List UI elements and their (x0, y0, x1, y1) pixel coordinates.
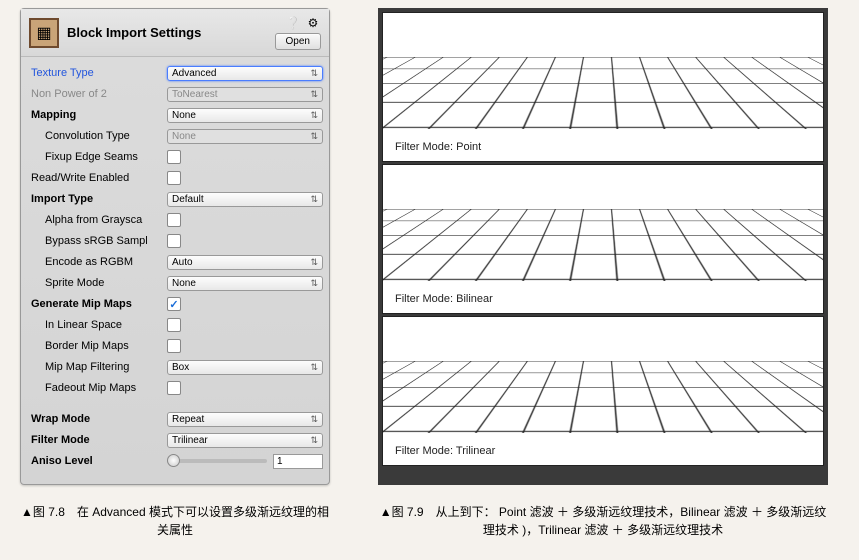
in-linear-space-checkbox[interactable] (167, 318, 181, 332)
inspector-body: Texture Type Advanced⇅ Non Power of 2 To… (21, 57, 329, 484)
filter-mode-label: Filter Mode (27, 434, 167, 446)
alpha-from-grayscale-checkbox[interactable] (167, 213, 181, 227)
chevron-updown-icon: ⇅ (310, 110, 318, 121)
chevron-updown-icon: ⇅ (310, 131, 318, 142)
mip-map-filtering-select[interactable]: Box⇅ (167, 360, 323, 375)
chevron-updown-icon: ⇅ (310, 68, 318, 79)
filter-mode-select[interactable]: Trilinear⇅ (167, 433, 323, 448)
preview-caption: Filter Mode: Point (395, 141, 481, 153)
import-type-label: Import Type (27, 193, 167, 205)
inspector-panel: ▦ Block Import Settings ❔ ⚙ Open Texture… (20, 8, 330, 485)
preview-column: Filter Mode: Point Filter Mode: Bilinear… (378, 8, 828, 485)
read-write-enabled-label: Read/Write Enabled (27, 172, 167, 184)
bypass-srgb-checkbox[interactable] (167, 234, 181, 248)
sprite-mode-label: Sprite Mode (27, 277, 167, 289)
wrap-mode-select[interactable]: Repeat⇅ (167, 412, 323, 427)
border-mip-maps-checkbox[interactable] (167, 339, 181, 353)
chevron-updown-icon: ⇅ (310, 257, 318, 268)
aniso-level-field[interactable] (273, 454, 323, 469)
panel-title: Block Import Settings (67, 25, 275, 40)
encode-as-rgbm-select[interactable]: Auto⇅ (167, 255, 323, 270)
in-linear-space-label: In Linear Space (27, 319, 167, 331)
aniso-level-label: Aniso Level (27, 455, 167, 467)
mapping-label: Mapping (27, 109, 167, 121)
chevron-updown-icon: ⇅ (310, 278, 318, 289)
figure-caption-right: ▲图 7.9 从上到下： Point 滤波 ＋ 多级渐远纹理技术，Bilinea… (378, 503, 828, 539)
figure-caption-left: ▲图 7.8 在 Advanced 模式下可以设置多级渐远纹理的相关属性 (20, 503, 330, 539)
preview-caption: Filter Mode: Bilinear (395, 293, 493, 305)
chevron-updown-icon: ⇅ (310, 89, 318, 100)
generate-mip-maps-checkbox[interactable] (167, 297, 181, 311)
texture-type-label: Texture Type (27, 67, 167, 79)
sprite-mode-select[interactable]: None⇅ (167, 276, 323, 291)
preview-bilinear: Filter Mode: Bilinear (382, 164, 824, 314)
aniso-level-slider[interactable] (167, 459, 267, 463)
non-power-of-2-label: Non Power of 2 (27, 88, 167, 100)
fixup-edge-seams-checkbox (167, 150, 181, 164)
grid-plane-icon (382, 57, 824, 129)
convolution-type-select: None⇅ (167, 129, 323, 144)
generate-mip-maps-label: Generate Mip Maps (27, 298, 167, 310)
fadeout-mip-maps-checkbox[interactable] (167, 381, 181, 395)
import-type-select[interactable]: Default⇅ (167, 192, 323, 207)
chevron-updown-icon: ⇅ (310, 194, 318, 205)
texture-type-select[interactable]: Advanced⇅ (167, 66, 323, 81)
non-power-of-2-select: ToNearest⇅ (167, 87, 323, 102)
mapping-select[interactable]: None⇅ (167, 108, 323, 123)
mip-map-filtering-label: Mip Map Filtering (27, 361, 167, 373)
texture-asset-icon: ▦ (29, 18, 59, 48)
wrap-mode-label: Wrap Mode (27, 413, 167, 425)
preview-caption: Filter Mode: Trilinear (395, 445, 495, 457)
preview-point: Filter Mode: Point (382, 12, 824, 162)
chevron-updown-icon: ⇅ (310, 435, 318, 446)
read-write-enabled-checkbox[interactable] (167, 171, 181, 185)
chevron-updown-icon: ⇅ (310, 362, 318, 373)
grid-plane-icon (382, 361, 824, 433)
border-mip-maps-label: Border Mip Maps (27, 340, 167, 352)
bypass-srgb-label: Bypass sRGB Sampl (27, 235, 167, 247)
slider-knob[interactable] (167, 454, 180, 467)
gear-icon[interactable]: ⚙ (305, 15, 321, 31)
preview-trilinear: Filter Mode: Trilinear (382, 316, 824, 466)
open-button[interactable]: Open (275, 33, 321, 50)
convolution-type-label: Convolution Type (27, 130, 167, 142)
inspector-header: ▦ Block Import Settings ❔ ⚙ Open (21, 9, 329, 57)
help-icon[interactable]: ❔ (285, 15, 301, 31)
chevron-updown-icon: ⇅ (310, 414, 318, 425)
alpha-from-grayscale-label: Alpha from Graysca (27, 214, 167, 226)
grid-plane-icon (382, 209, 824, 281)
encode-as-rgbm-label: Encode as RGBM (27, 256, 167, 268)
fadeout-mip-maps-label: Fadeout Mip Maps (27, 382, 167, 394)
fixup-edge-seams-label: Fixup Edge Seams (27, 151, 167, 163)
